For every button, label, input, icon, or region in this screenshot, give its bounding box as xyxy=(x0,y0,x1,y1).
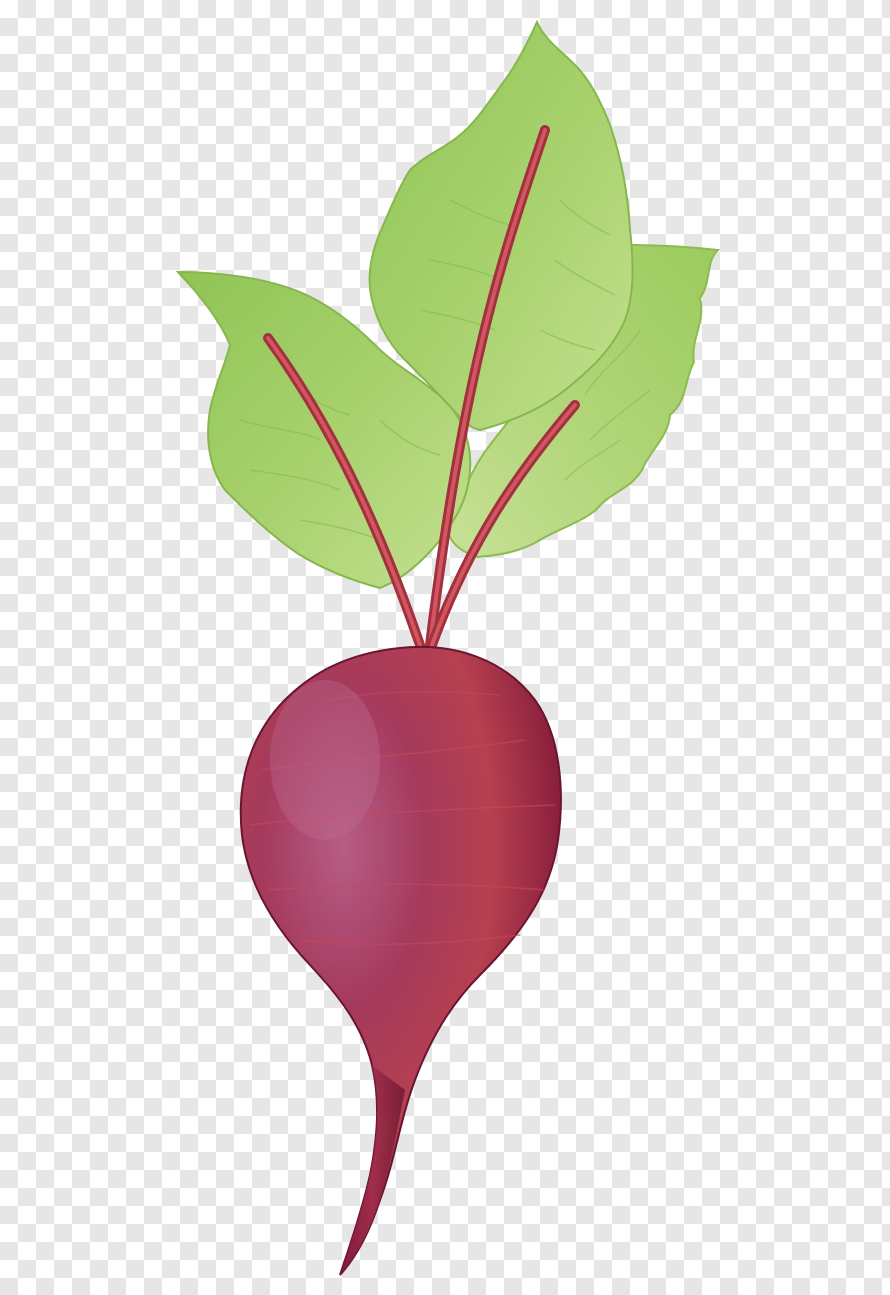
beetroot-illustration xyxy=(175,19,721,1276)
transparent-background xyxy=(0,0,890,1295)
beet-root xyxy=(239,645,562,1276)
